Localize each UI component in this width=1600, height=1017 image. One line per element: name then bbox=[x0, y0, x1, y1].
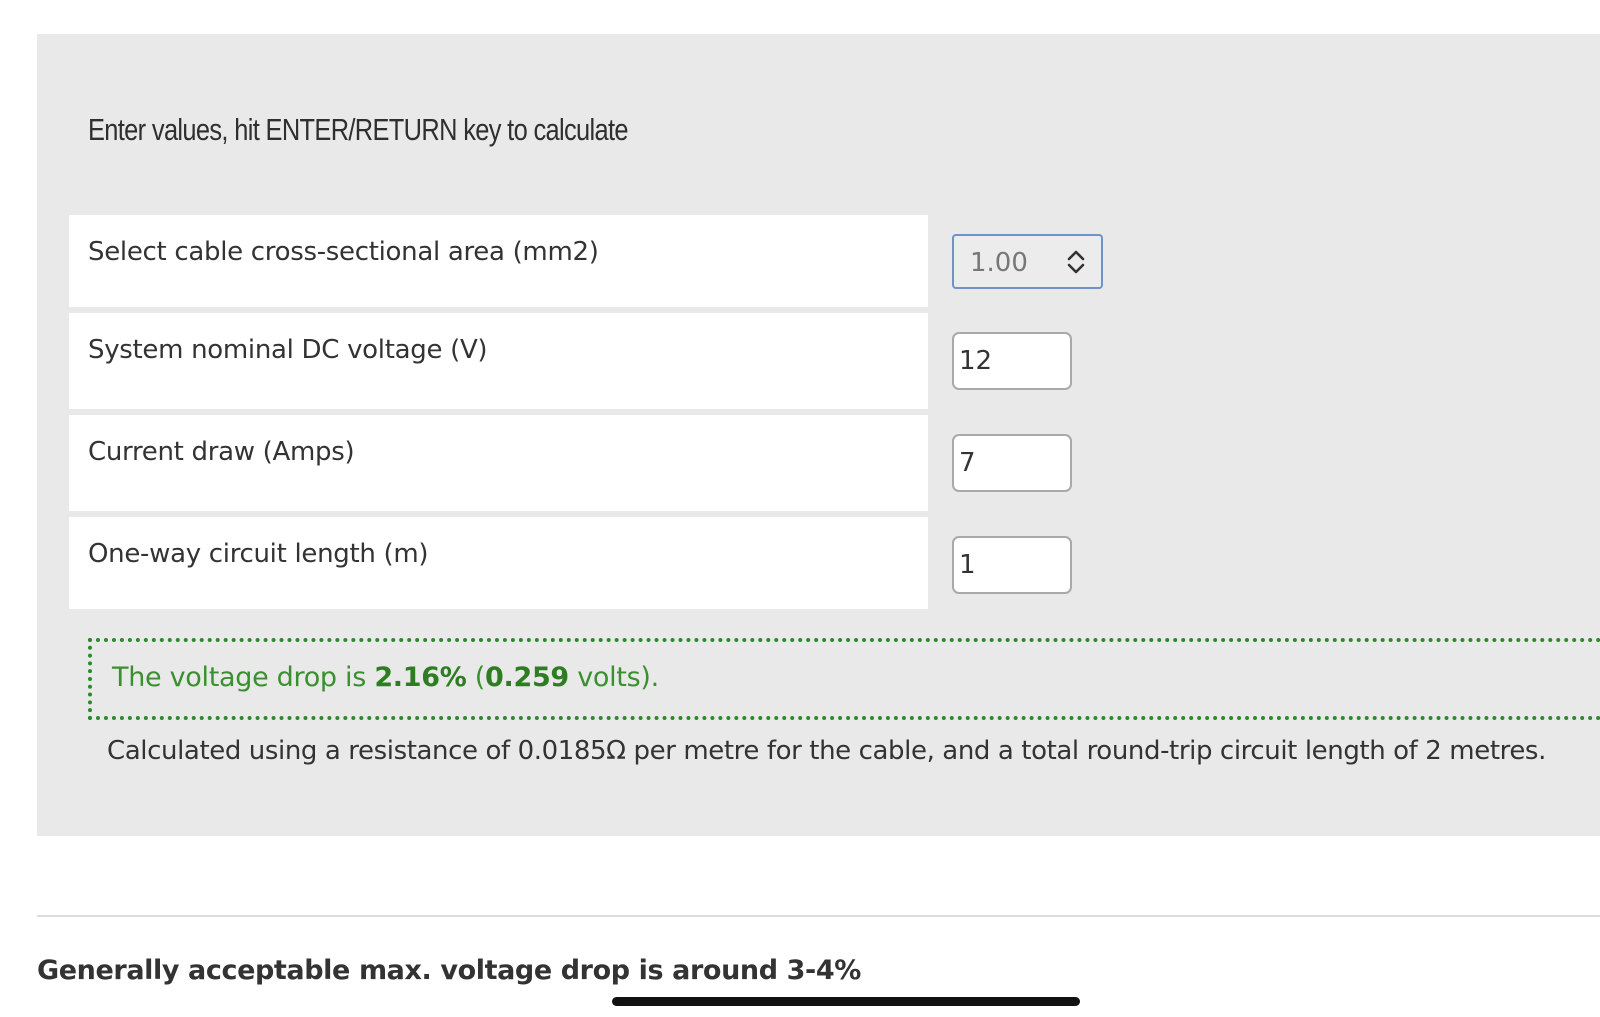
calculator-panel: Enter values, hit ENTER/RETURN key to ca… bbox=[37, 34, 1600, 836]
home-indicator[interactable] bbox=[612, 997, 1080, 1006]
result-suffix: volts). bbox=[568, 662, 659, 693]
divider bbox=[37, 915, 1600, 917]
acceptable-drop-note: Generally acceptable max. voltage drop i… bbox=[37, 955, 861, 986]
result-middle: ( bbox=[466, 662, 486, 693]
result-prefix: The voltage drop is bbox=[112, 662, 375, 693]
length-input[interactable] bbox=[952, 536, 1072, 594]
instructions-heading: Enter values, hit ENTER/RETURN key to ca… bbox=[88, 112, 629, 147]
result-text: The voltage drop is 2.16% (0.259 volts). bbox=[112, 662, 659, 693]
calculation-note: Calculated using a resistance of 0.0185Ω… bbox=[107, 736, 1546, 766]
result-box: The voltage drop is 2.16% (0.259 volts). bbox=[88, 638, 1600, 720]
cable-area-select[interactable]: 1.00 bbox=[952, 234, 1103, 289]
voltage-input[interactable] bbox=[952, 332, 1072, 390]
length-label: One-way circuit length (m) bbox=[69, 517, 928, 609]
result-volts: 0.259 bbox=[485, 662, 569, 693]
cable-area-selected-value: 1.00 bbox=[970, 248, 1028, 278]
cable-area-label: Select cable cross-sectional area (mm2) bbox=[69, 215, 928, 307]
current-label: Current draw (Amps) bbox=[69, 415, 928, 511]
page: Enter values, hit ENTER/RETURN key to ca… bbox=[0, 0, 1600, 1017]
current-input[interactable] bbox=[952, 434, 1072, 492]
voltage-label: System nominal DC voltage (V) bbox=[69, 313, 928, 409]
chevron-up-down-icon bbox=[1067, 250, 1085, 274]
result-percent: 2.16% bbox=[374, 662, 467, 693]
